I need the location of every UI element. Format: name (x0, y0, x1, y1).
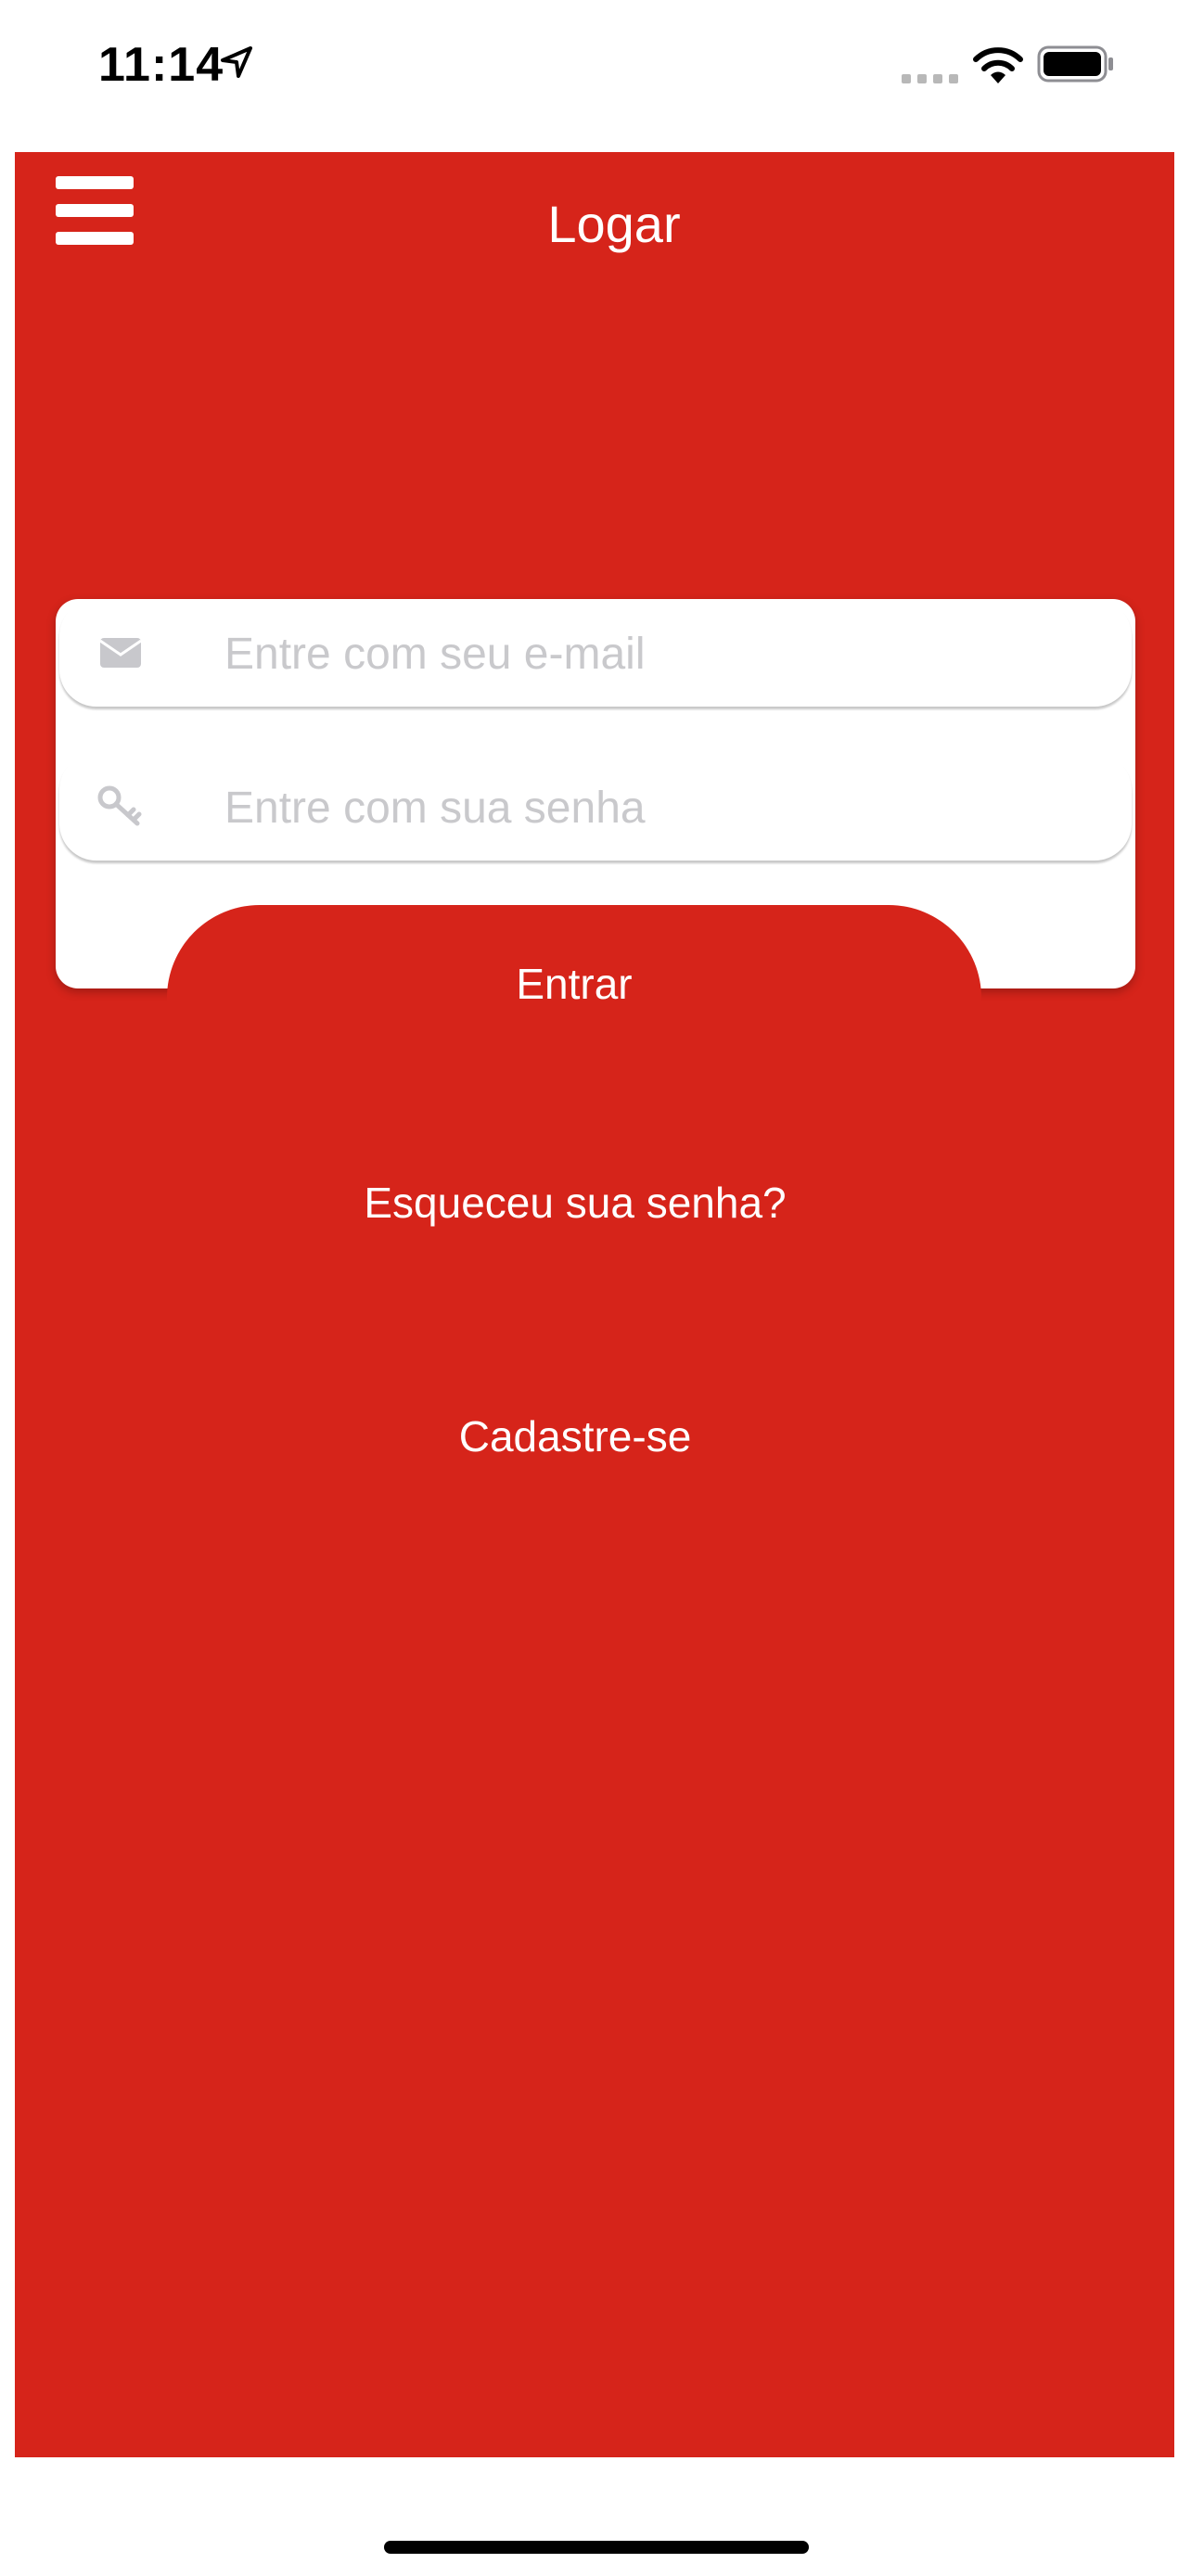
status-bar: 11:14 (0, 0, 1191, 139)
page-title: Logar (547, 195, 681, 253)
forgot-password-link[interactable]: Esqueceu sua senha? (15, 1178, 1135, 1228)
envelope-icon (99, 638, 142, 668)
password-input[interactable] (223, 770, 1108, 846)
home-indicator (384, 2541, 809, 2554)
enter-button-label: Entrar (516, 960, 633, 1008)
cellular-signal-icon (902, 74, 958, 83)
email-field[interactable] (59, 599, 1132, 707)
enter-button[interactable]: Entrar (167, 905, 981, 1068)
key-icon (97, 785, 142, 826)
login-screen: Logar Entrar Esqueceu sua senha? Cadastr… (15, 152, 1174, 2457)
location-arrow-icon (221, 46, 252, 78)
status-time: 11:14 (98, 38, 224, 92)
password-field[interactable] (59, 753, 1132, 861)
email-input[interactable] (223, 616, 1108, 692)
battery-icon (1037, 45, 1113, 83)
sign-up-link[interactable]: Cadastre-se (15, 1411, 1135, 1461)
wifi-icon (973, 47, 1023, 83)
